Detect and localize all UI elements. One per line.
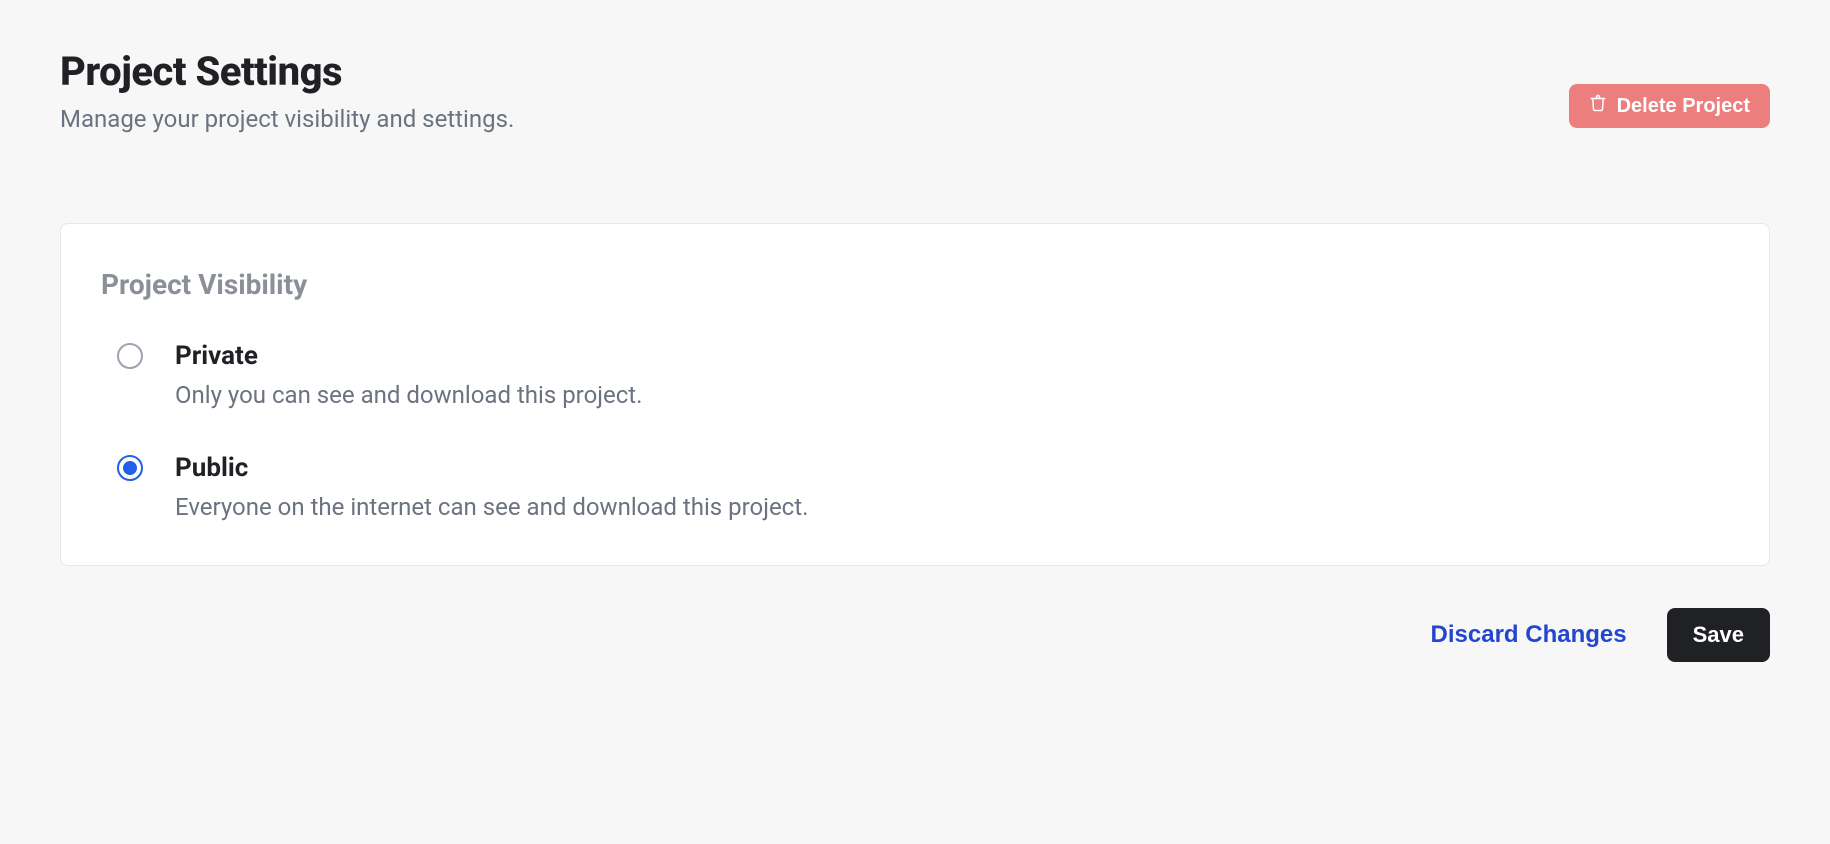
page-subtitle: Manage your project visibility and setti… [60,105,514,133]
visibility-radio-public[interactable] [117,455,143,481]
trash-icon [1589,94,1607,118]
visibility-option-description: Only you can see and download this proje… [175,381,642,409]
visibility-option-public[interactable]: Public Everyone on the internet can see … [117,453,1729,521]
visibility-radio-private[interactable] [117,343,143,369]
visibility-card: Project Visibility Private Only you can … [60,223,1770,566]
page-title: Project Settings [60,48,514,95]
page-header: Project Settings Manage your project vis… [60,48,1770,133]
delete-project-button[interactable]: Delete Project [1569,84,1770,128]
visibility-option-label: Public [175,453,808,483]
save-button[interactable]: Save [1667,608,1770,662]
footer-actions: Discard Changes Save [60,608,1770,662]
delete-project-label: Delete Project [1617,95,1750,118]
visibility-option-text: Private Only you can see and download th… [175,341,642,409]
visibility-section-title: Project Visibility [101,268,1729,301]
visibility-option-private[interactable]: Private Only you can see and download th… [117,341,1729,409]
visibility-option-text: Public Everyone on the internet can see … [175,453,808,521]
visibility-option-description: Everyone on the internet can see and dow… [175,493,808,521]
discard-changes-button[interactable]: Discard Changes [1431,621,1627,649]
header-text: Project Settings Manage your project vis… [60,48,514,133]
visibility-radio-group: Private Only you can see and download th… [101,341,1729,521]
visibility-option-label: Private [175,341,642,371]
